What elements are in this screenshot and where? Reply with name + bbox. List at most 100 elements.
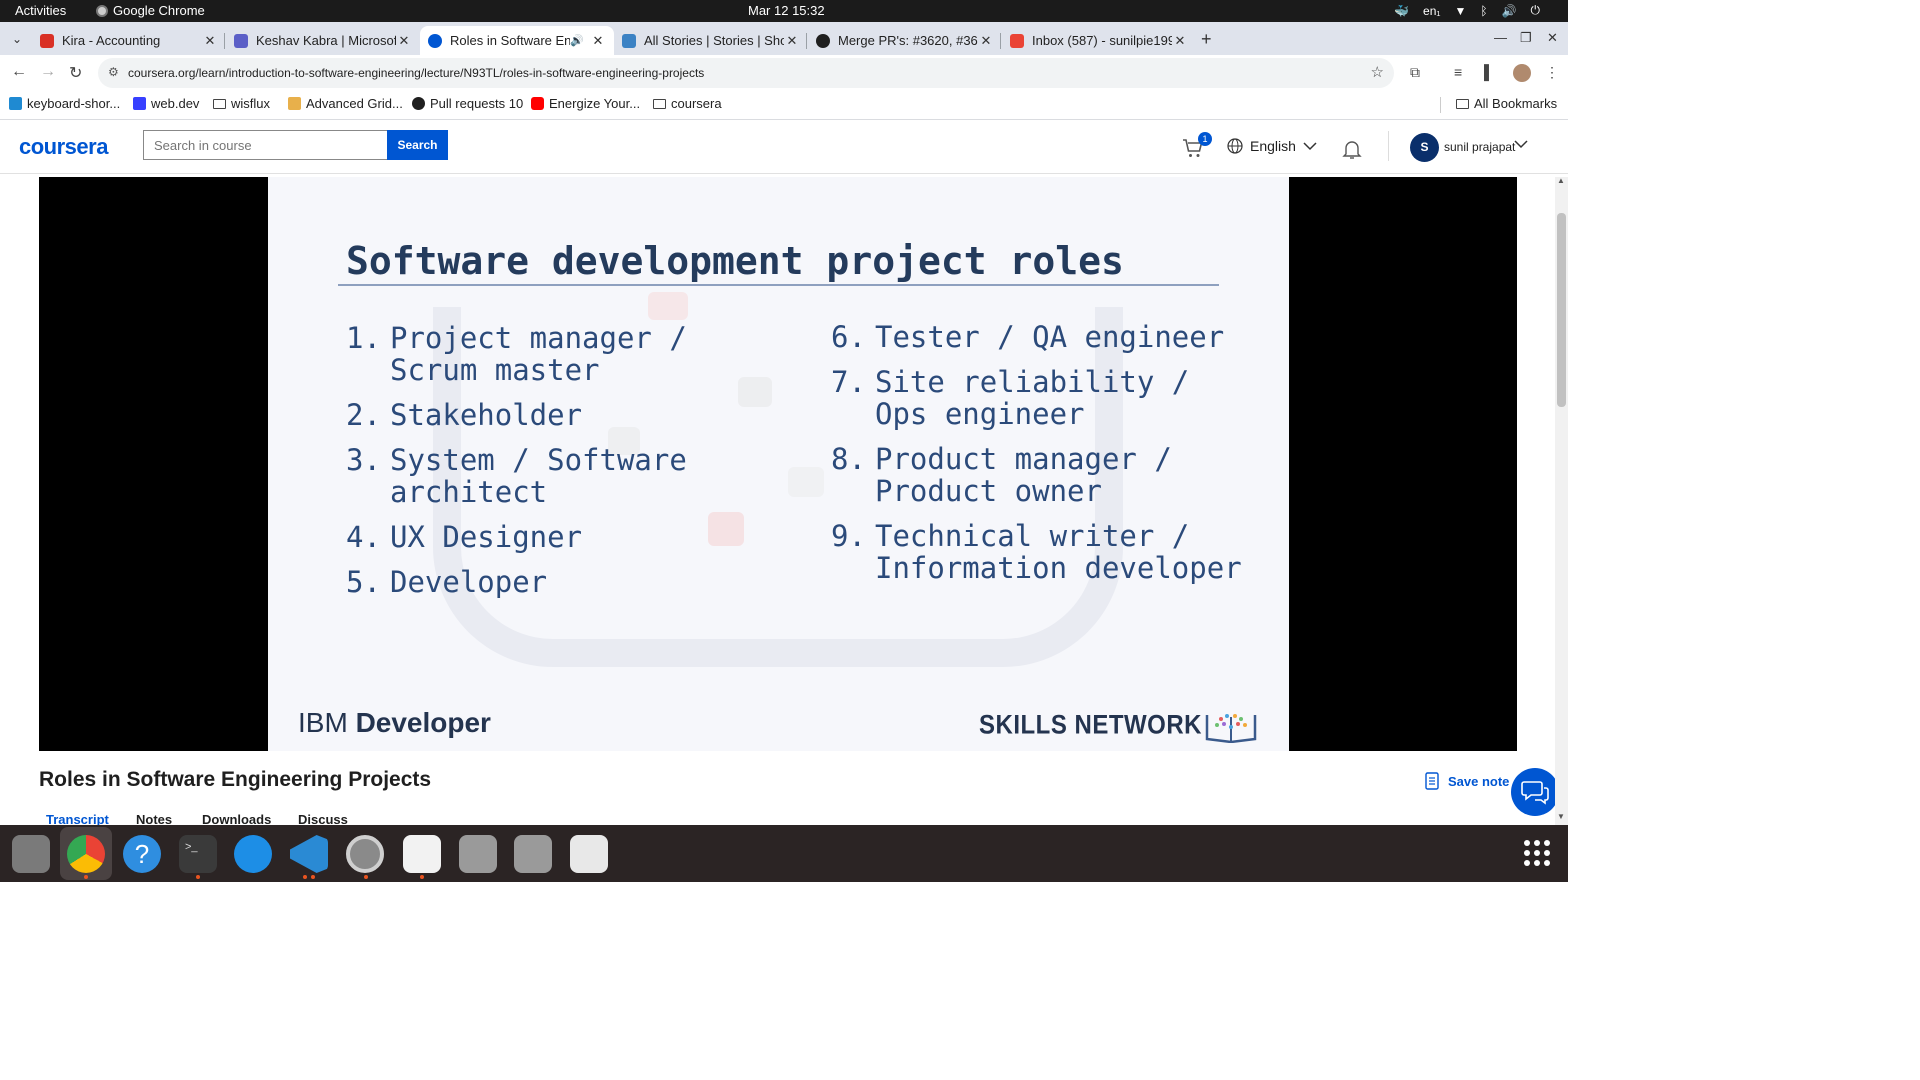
header-divider [1388, 131, 1389, 161]
running-indicator [311, 875, 315, 879]
all-bookmarks-button[interactable]: All Bookmarks [1456, 96, 1557, 111]
tab-kira-accounting[interactable]: Kira - Accounting ✕ [32, 26, 226, 55]
search-input[interactable] [143, 130, 388, 160]
language-selector[interactable]: English [1227, 138, 1317, 154]
terminal-icon[interactable]: >_ [179, 835, 217, 873]
system-tray[interactable]: 🐳 en₁ ▼ ᛒ 🔊 ⏻ [1394, 3, 1540, 18]
show-apps-grid-icon[interactable] [1524, 840, 1550, 866]
app-menu[interactable]: Google Chrome [96, 3, 205, 18]
chat-button[interactable] [1511, 768, 1559, 816]
close-icon[interactable]: ✕ [784, 33, 800, 49]
grid-icon [288, 97, 301, 110]
keyboard-layout[interactable]: en₁ [1423, 4, 1440, 18]
disc-icon[interactable] [459, 835, 497, 873]
bookmark-coursera[interactable]: coursera [653, 96, 722, 111]
tab-github-pr[interactable]: Merge PR's: #3620, #362 ✕ [808, 26, 1002, 55]
bookmark-web-dev[interactable]: web.dev [133, 96, 199, 111]
scrollbar-thumb[interactable] [1557, 213, 1566, 407]
tab-title: All Stories | Stories | Sho [644, 33, 784, 48]
scroll-up-arrow-icon[interactable]: ▲ [1557, 176, 1565, 185]
bookmark-label: Advanced Grid... [306, 96, 403, 111]
tab-stories[interactable]: All Stories | Stories | Sho ✕ [614, 26, 808, 55]
all-bookmarks-label: All Bookmarks [1474, 96, 1558, 111]
extensions-icon[interactable]: ⧉ [1410, 64, 1420, 81]
restore-icon[interactable]: ❐ [1520, 30, 1532, 46]
browser-toolbar: ← → ↻ ⚙ coursera.org/learn/introduction-… [0, 55, 1568, 91]
chrome-menu-icon[interactable]: ⋮ [1545, 64, 1559, 81]
tab-gmail-inbox[interactable]: Inbox (587) - sunilpie199 ✕ [1002, 26, 1196, 55]
github-icon [816, 33, 830, 48]
docker-icon[interactable] [234, 835, 272, 873]
help-icon[interactable]: ? [123, 835, 161, 873]
folder-icon [1456, 98, 1469, 109]
settings-icon[interactable] [346, 835, 384, 873]
bookmark-advanced-grid[interactable]: Advanced Grid... [288, 96, 403, 111]
bookmark-wisflux[interactable]: wisflux [213, 96, 270, 111]
reload-icon[interactable]: ↻ [69, 63, 82, 83]
save-note-button[interactable]: Save note [1425, 772, 1509, 790]
coursera-logo[interactable]: coursera [19, 134, 108, 160]
video-player[interactable]: Software development project roles 1. Pr… [39, 177, 1517, 751]
media-controls-icon[interactable]: ≡ [1454, 64, 1462, 80]
disc-icon[interactable] [514, 835, 552, 873]
tab-microsoft-teams[interactable]: Keshav Kabra | Microsoft ✕ [226, 26, 420, 55]
forward-arrow-icon[interactable]: → [40, 63, 56, 81]
gmail-icon [1010, 33, 1024, 48]
slide-title-underline [338, 284, 1219, 286]
chat-icon [1521, 781, 1549, 805]
role-text: System / Software architect [390, 443, 687, 509]
watermark-dot [708, 512, 744, 546]
chevron-down-icon [1303, 142, 1317, 151]
close-icon[interactable]: ✕ [590, 33, 606, 49]
bookmark-star-icon[interactable]: ☆ [1371, 63, 1384, 81]
files-icon[interactable] [12, 835, 50, 873]
chrome-icon[interactable] [67, 835, 105, 873]
tab-search-chevron-icon[interactable]: ⌄ [6, 28, 28, 50]
notifications-bell-icon[interactable] [1341, 138, 1363, 160]
close-icon[interactable]: ✕ [396, 33, 412, 49]
profile-avatar[interactable] [1513, 64, 1531, 82]
role-number: 4. [346, 520, 381, 554]
bookmark-label: coursera [671, 96, 722, 111]
shortcut-icon [622, 33, 636, 48]
close-icon[interactable]: ✕ [202, 33, 218, 49]
chevron-down-icon[interactable] [1514, 139, 1528, 149]
new-tab-button[interactable]: + [1201, 29, 1212, 50]
minimize-icon[interactable]: — [1494, 30, 1507, 45]
close-icon[interactable]: ✕ [1172, 33, 1188, 49]
volume-icon[interactable]: 🔊 [1502, 4, 1517, 18]
wifi-icon[interactable]: ▼ [1454, 4, 1466, 18]
user-avatar[interactable]: S [1410, 133, 1439, 162]
tab-coursera-active[interactable]: Roles in Software Eng 🔊 ✕ [420, 26, 614, 55]
bookmark-keyboard-shortcuts[interactable]: keyboard-shor... [9, 96, 120, 111]
youtube-icon [531, 97, 544, 110]
side-panel-icon[interactable]: ▌ [1484, 64, 1494, 80]
bookmark-label: Energize Your... [549, 96, 641, 111]
speaker-icon[interactable]: 🔊 [570, 34, 584, 47]
bookmark-energize[interactable]: Energize Your... [531, 96, 640, 111]
docker-tray-icon[interactable]: 🐳 [1394, 4, 1409, 18]
bluetooth-icon[interactable]: ᛒ [1480, 4, 1487, 18]
bookmark-pull-requests[interactable]: Pull requests 10 [412, 96, 523, 111]
bookmark-label: keyboard-shor... [27, 96, 121, 111]
window-close-icon[interactable]: ✕ [1547, 30, 1558, 46]
clock[interactable]: Mar 12 15:32 [748, 3, 825, 18]
search-button[interactable]: Search [387, 130, 448, 160]
tab-title: Inbox (587) - sunilpie199 [1032, 33, 1172, 48]
trash-icon[interactable] [570, 835, 608, 873]
address-bar[interactable]: ⚙ coursera.org/learn/introduction-to-sof… [98, 58, 1394, 88]
vscode-icon[interactable] [290, 835, 328, 873]
text-editor-icon[interactable] [403, 835, 441, 873]
close-icon[interactable]: ✕ [978, 33, 994, 49]
bookmarks-divider [1440, 97, 1441, 113]
tab-divider [1000, 33, 1001, 49]
site-info-icon[interactable]: ⚙ [108, 65, 119, 79]
url-text[interactable]: coursera.org/learn/introduction-to-softw… [128, 66, 704, 80]
power-icon[interactable]: ⏻ [1531, 3, 1541, 18]
activities-button[interactable]: Activities [15, 3, 66, 18]
bookmark-label: wisflux [231, 96, 271, 111]
scroll-down-arrow-icon[interactable]: ▼ [1557, 812, 1565, 821]
role-number: 8. [831, 442, 866, 476]
back-arrow-icon[interactable]: ← [11, 63, 27, 81]
user-name[interactable]: sunil prajapat [1444, 140, 1515, 154]
